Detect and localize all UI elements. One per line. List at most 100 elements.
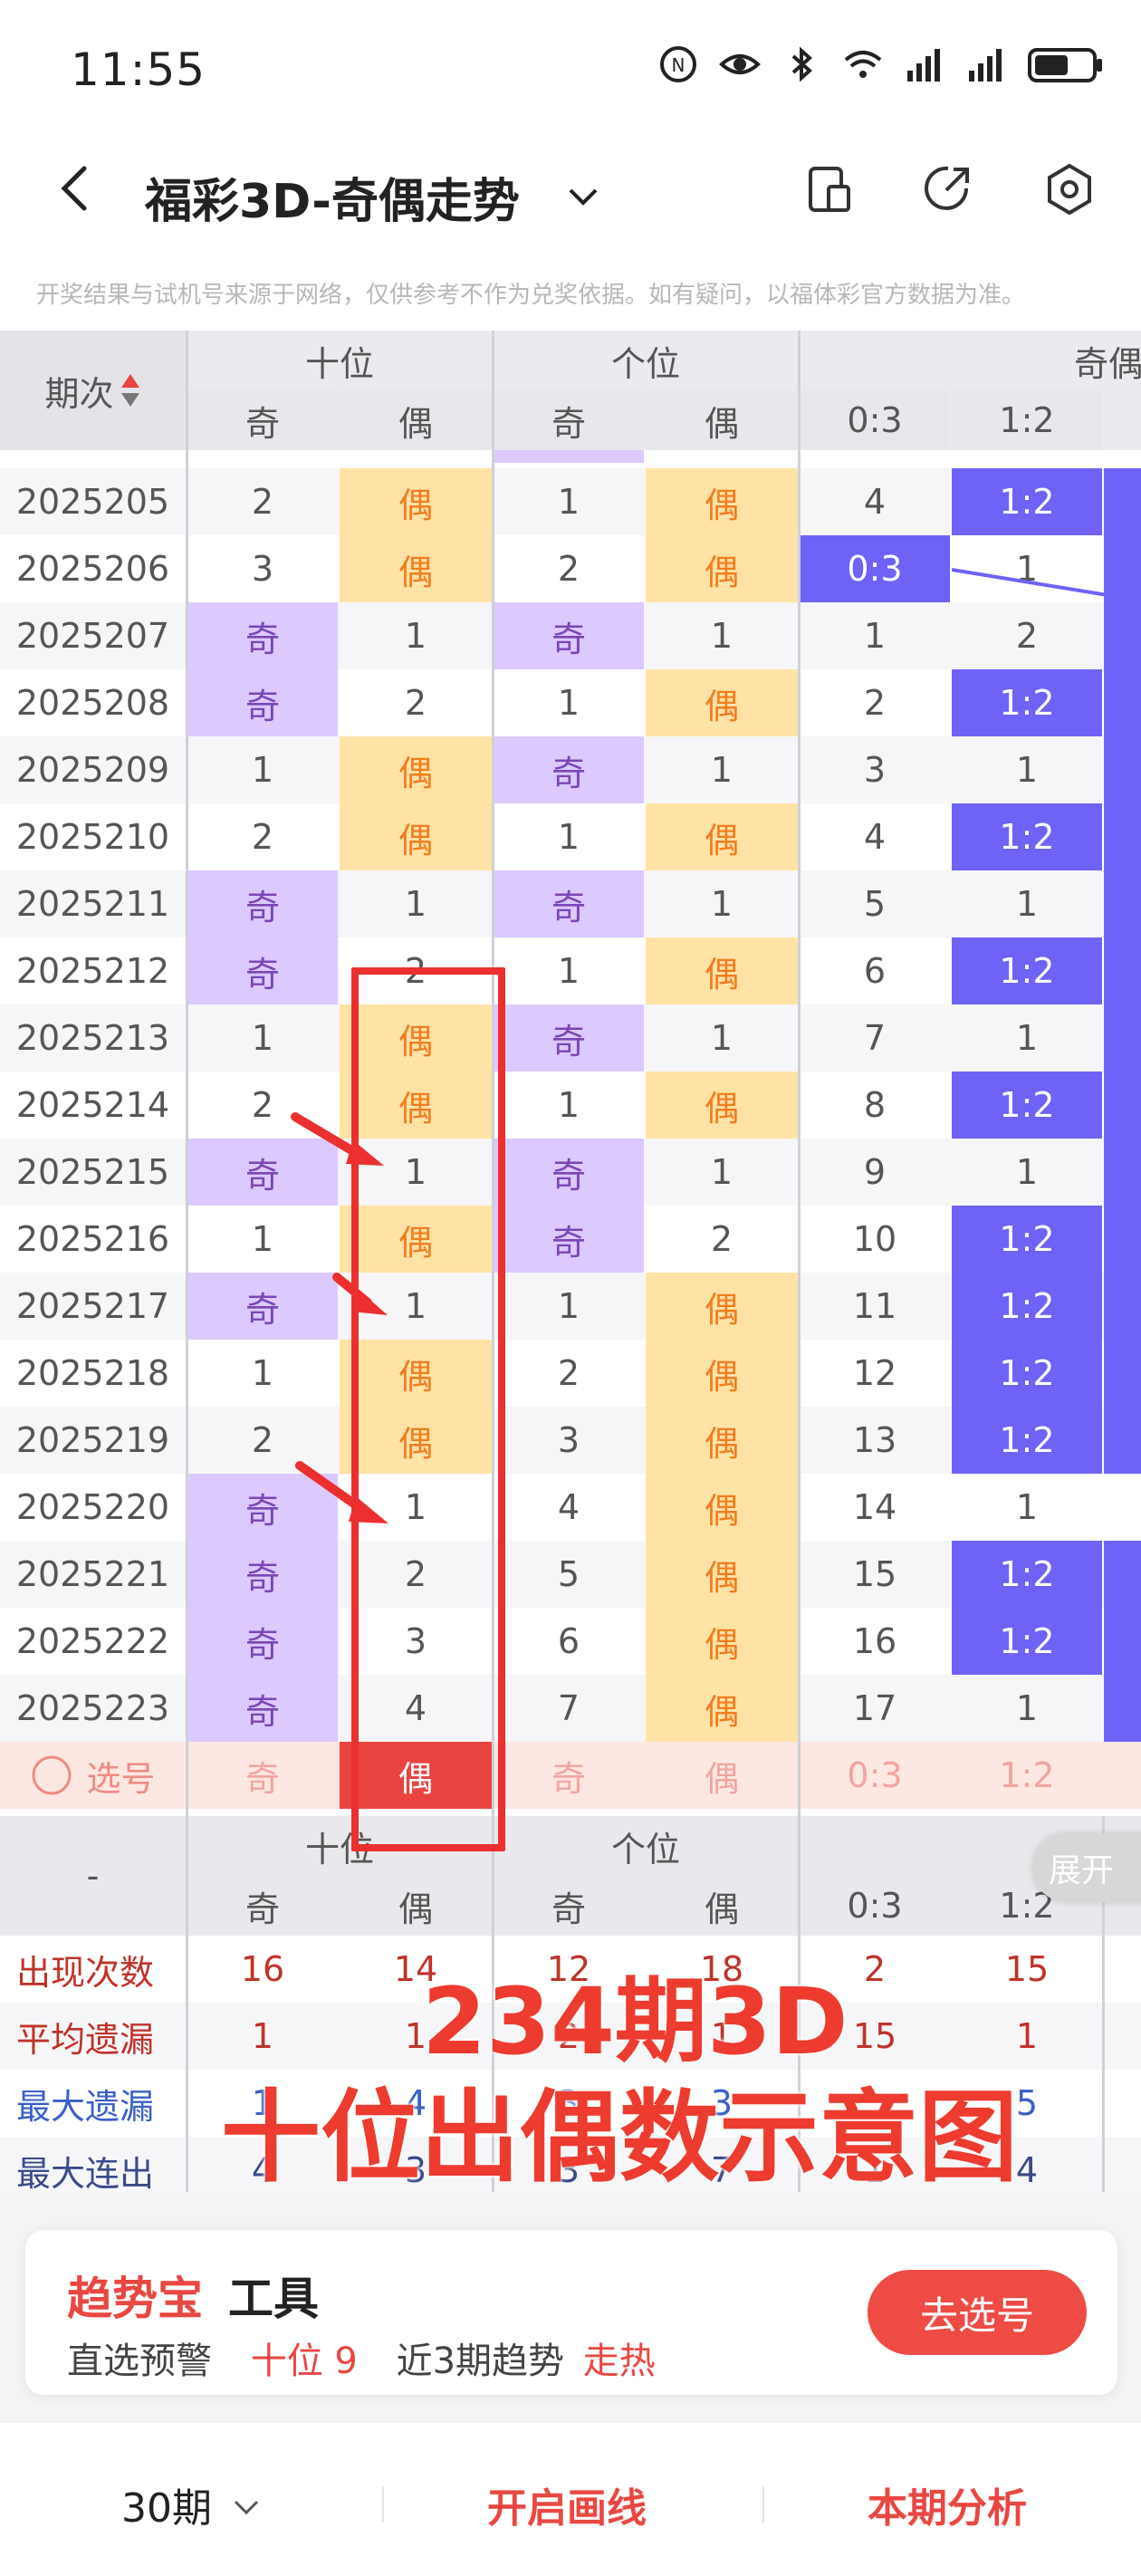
select-number-button[interactable]: 去选号	[868, 2270, 1087, 2355]
device-icon[interactable]	[801, 161, 858, 217]
table-cell-edge	[1104, 1273, 1141, 1340]
table-cell: 7	[863, 1018, 887, 1058]
period-cell: 2025214	[15, 1085, 170, 1125]
period-cell: 2025209	[15, 750, 170, 790]
table-cell-edge	[1104, 1340, 1141, 1407]
table-cell: 1	[251, 1353, 274, 1393]
select-cell[interactable]: 偶	[646, 1742, 798, 1809]
grid-line	[186, 331, 188, 1816]
table-cell: 12	[852, 1353, 897, 1393]
table-cell: 偶	[646, 1541, 798, 1608]
back-icon[interactable]	[50, 161, 104, 216]
select-row-label[interactable]: 选号	[0, 1742, 186, 1809]
table-cell: 5	[557, 1554, 580, 1594]
table-row: 2025214 2 偶 1 偶 8 1:2	[0, 1072, 1141, 1139]
sort-icon[interactable]	[120, 372, 141, 409]
table-cell-edge	[1104, 1004, 1141, 1072]
table-cell: 5	[863, 884, 887, 924]
table-cell-edge	[1104, 1541, 1141, 1608]
table-cell: 2	[557, 549, 580, 589]
table-row: 2025213 1 偶奇 1 7 1	[0, 1004, 1141, 1072]
table-cell: 1	[557, 951, 580, 991]
table-cell: 偶	[646, 1407, 798, 1474]
stats-label: 出现次数	[16, 1952, 155, 1993]
card-trend-value: 走热	[582, 2341, 656, 2382]
table-cell: 2	[251, 482, 274, 522]
stats-sub-header: 奇	[551, 1889, 586, 1929]
app-bar: 福彩3D-奇偶走势	[0, 136, 1141, 245]
table-cell: 奇	[187, 669, 338, 736]
card-title-red: 趋势宝	[67, 2273, 203, 2325]
table-cell: 1:2	[952, 1608, 1102, 1675]
sub-header: 0:3	[800, 390, 950, 450]
table-cell: 4	[863, 482, 887, 522]
table-row-partial	[0, 450, 1141, 468]
share-icon[interactable]	[919, 161, 975, 217]
stats-value: 15	[1004, 1949, 1050, 1989]
table-cell: 3	[251, 549, 274, 589]
select-cell[interactable]: 奇	[187, 1742, 338, 1809]
wifi-icon	[844, 51, 882, 78]
trend-table[interactable]: 期次 十位 个位 奇偶比 奇 偶 奇 偶 0:3 1:2 2025205 2 偶 1 偶…	[0, 331, 1141, 1816]
arrow-icon	[291, 1112, 384, 1166]
table-cell: 偶	[646, 1608, 798, 1675]
table-row: 2025209 1 偶奇 1 3 1	[0, 736, 1141, 803]
chevron-down-icon[interactable]	[563, 177, 603, 216]
select-label: 选号	[86, 1758, 156, 1799]
table-cell: 1	[1015, 1688, 1039, 1728]
table-cell: 1	[1015, 1152, 1039, 1192]
select-cell[interactable]: 奇	[494, 1742, 644, 1809]
table-cell: 13	[852, 1420, 897, 1460]
periods-dropdown[interactable]: 30期	[121, 2475, 263, 2533]
stats-group-label: -	[86, 1856, 100, 1896]
sub-header: 奇	[187, 390, 338, 450]
signal-icon-2	[969, 49, 1002, 82]
table-cell: 奇	[187, 937, 338, 1004]
card-trend-label: 近3期趋势	[396, 2341, 565, 2382]
stats-sub-header: 奇	[244, 1889, 280, 1929]
table-cell: 奇	[494, 736, 644, 803]
eye-comfort-icon	[719, 54, 761, 74]
table-cell-edge	[1104, 1407, 1141, 1474]
page-title[interactable]: 福彩3D-奇偶走势	[145, 163, 520, 231]
table-cell: 1	[404, 884, 427, 924]
table-cell: 1	[557, 1286, 580, 1326]
table-cell: 偶	[340, 803, 492, 870]
grid-line	[798, 331, 801, 1816]
table-row: 2025219 2 偶 3 偶 13 1:2	[0, 1407, 1141, 1474]
table-cell: 2	[251, 817, 274, 857]
table-cell: 4	[863, 817, 887, 857]
settings-icon[interactable]	[1041, 161, 1098, 217]
radio-icon[interactable]	[30, 1754, 73, 1797]
table-cell: 1	[251, 750, 274, 790]
table-cell: 偶	[646, 669, 798, 736]
table-cell-edge	[1104, 1474, 1141, 1541]
table-cell: 16	[852, 1621, 897, 1661]
table-row: 2025211 奇 1 奇 1 5 1	[0, 870, 1141, 937]
group-ratio-label: 奇偶比	[1073, 343, 1141, 384]
table-header: 期次 十位 个位 奇偶比 奇 偶 奇 偶 0:3 1:2	[0, 331, 1141, 450]
period-cell: 2025220	[15, 1487, 170, 1527]
period-header[interactable]: 期次	[0, 331, 186, 450]
table-cell: 奇	[187, 602, 338, 669]
arrow-icon	[332, 1273, 388, 1315]
table-row: 2025221 奇 2 5 偶 15 1:2	[0, 1541, 1141, 1608]
table-cell: 奇	[187, 870, 338, 937]
period-cell: 2025208	[15, 683, 170, 723]
table-cell: 1:2	[952, 1072, 1102, 1139]
select-row[interactable]: 选号奇偶奇偶 0:3 1:2	[0, 1742, 1141, 1809]
period-cell: 2025215	[15, 1152, 170, 1192]
select-cell[interactable]: 0:3	[800, 1742, 950, 1809]
bluetooth-icon	[791, 46, 813, 82]
table-cell: 奇	[187, 1608, 338, 1675]
expand-button[interactable]: 展开	[1032, 1833, 1141, 1902]
select-cell[interactable]: 1:2	[952, 1742, 1102, 1809]
table-cell: 偶	[340, 535, 492, 602]
table-row: 2025215 奇 1 奇 1 9 1	[0, 1139, 1141, 1206]
trend-tool-card[interactable]: 趋势宝 工具 直选预警 十位 9 近3期趋势 走热 去选号	[25, 2230, 1117, 2395]
table-cell: 1:2	[952, 468, 1102, 535]
table-cell: 2	[404, 683, 427, 723]
draw-lines-button[interactable]: 开启画线	[487, 2475, 647, 2533]
analysis-button[interactable]: 本期分析	[868, 2475, 1027, 2533]
table-cell: 1	[251, 1219, 274, 1259]
